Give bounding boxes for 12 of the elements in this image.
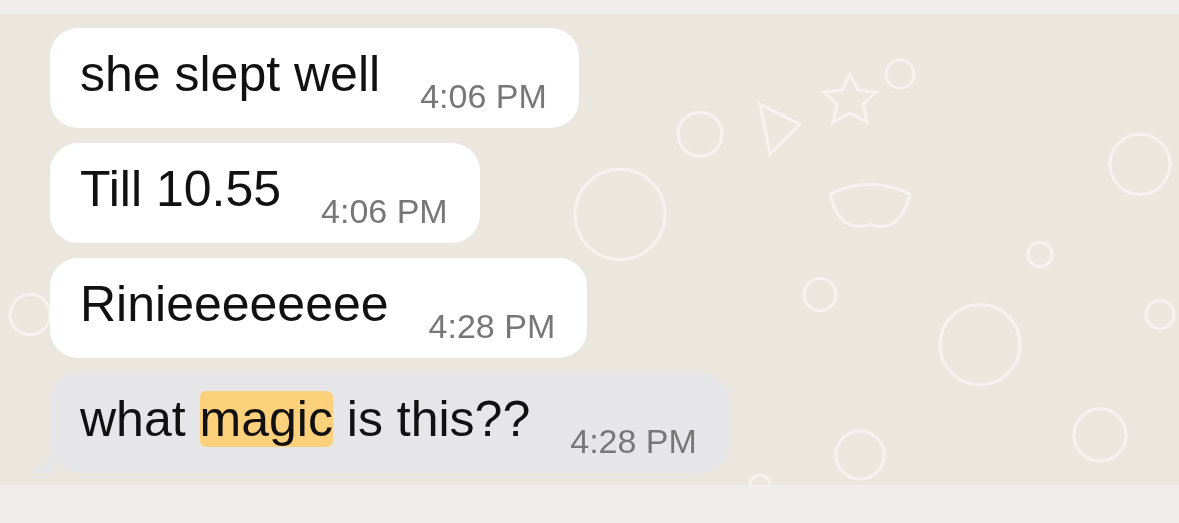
- message-bubble[interactable]: Till 10.55 4:06 PM: [50, 143, 480, 243]
- message-bubble[interactable]: she slept well 4:06 PM: [50, 28, 579, 128]
- message-time: 4:06 PM: [420, 76, 547, 116]
- message-text: Rinieeeeeeee: [80, 276, 389, 332]
- message-text: she slept well: [80, 46, 381, 102]
- message-time: 4:28 PM: [570, 421, 697, 461]
- message-text: what magic is this??: [80, 391, 531, 447]
- message-text: Till 10.55: [80, 161, 282, 217]
- message-time: 4:28 PM: [428, 306, 556, 346]
- message-bubble[interactable]: Rinieeeeeeee 4:28 PM: [50, 258, 588, 358]
- message-time: 4:06 PM: [321, 191, 448, 231]
- message-bubble[interactable]: what magic is this?? 4:28 PM: [50, 373, 729, 473]
